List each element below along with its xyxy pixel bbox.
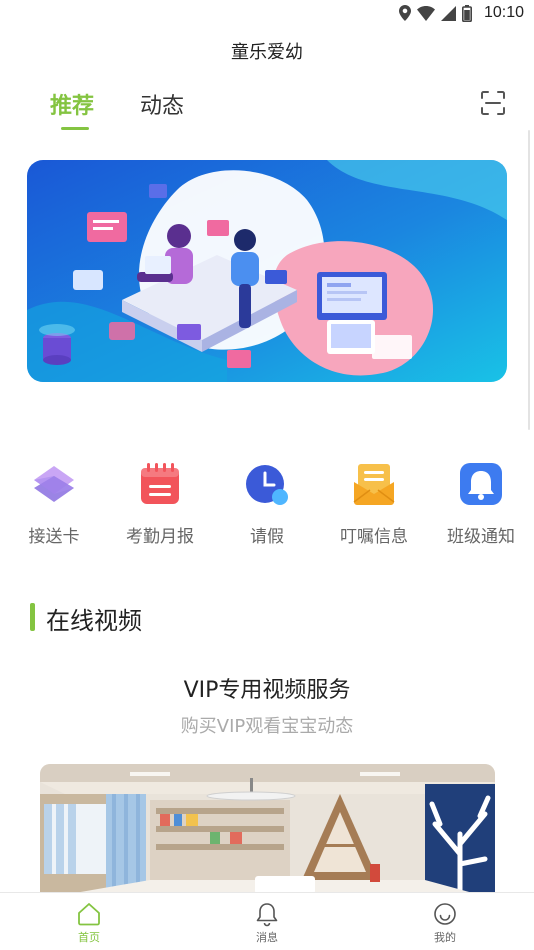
nav-messages-label: 消息 — [256, 931, 278, 944]
tab-feed[interactable]: 动态 — [140, 88, 184, 130]
section-title: 在线视频 — [46, 607, 142, 635]
video-preview[interactable] — [40, 764, 495, 899]
home-icon — [78, 903, 100, 926]
battery-icon — [461, 4, 472, 22]
smile-icon — [434, 903, 456, 925]
quick-item-pickup-card[interactable]: 接送卡 — [0, 460, 108, 547]
quick-label-attendance: 考勤月报 — [126, 527, 194, 547]
quick-item-reminder[interactable]: 叮嘱信息 — [320, 460, 428, 547]
banner-illustration — [27, 160, 507, 382]
layers-icon — [34, 466, 74, 502]
app-title: 童乐爱幼 — [231, 42, 303, 63]
status-time: 10:10 — [483, 4, 524, 21]
status-icons: 10:10 — [398, 4, 524, 22]
nav-profile[interactable]: 我的 — [356, 893, 534, 950]
quick-label-leave: 请假 — [250, 527, 284, 547]
location-icon — [398, 5, 411, 21]
quick-label-pickup-card: 接送卡 — [28, 527, 80, 547]
bell-icon — [256, 903, 278, 927]
classroom-image — [40, 764, 495, 899]
section-accent-bar — [30, 603, 35, 631]
quick-item-leave[interactable]: 请假 — [213, 460, 321, 547]
nav-profile-label: 我的 — [434, 931, 456, 944]
quick-label-class-notice: 班级通知 — [447, 527, 515, 547]
envelope-icon — [353, 464, 395, 505]
tab-bar: 推荐 动态 — [50, 88, 184, 130]
app-screen: 10:10 童乐爱幼 推荐 动态 接送卡 考勤月报 请假 叮嘱信息 班级通知 在… — [0, 0, 534, 950]
bottom-nav: 首页 消息 我的 — [0, 892, 534, 950]
vip-title: VIP专用视频服务 — [183, 678, 351, 703]
scan-icon[interactable] — [480, 90, 506, 116]
vip-subtitle: 购买VIP观看宝宝动态 — [180, 716, 354, 737]
quick-item-class-notice[interactable]: 班级通知 — [427, 460, 534, 547]
promo-banner[interactable] — [27, 160, 507, 382]
scroll-indicator — [528, 130, 530, 430]
nav-messages[interactable]: 消息 — [178, 893, 356, 950]
wifi-icon — [416, 5, 435, 21]
clock-icon — [246, 465, 288, 505]
signal-icon — [440, 5, 456, 21]
quick-label-reminder: 叮嘱信息 — [340, 527, 408, 547]
bell-icon — [460, 463, 502, 505]
calendar-icon — [141, 463, 179, 504]
nav-home-label: 首页 — [78, 931, 100, 944]
status-bar: 10:10 — [0, 0, 534, 30]
quick-item-attendance[interactable]: 考勤月报 — [106, 460, 214, 547]
nav-home[interactable]: 首页 — [0, 893, 178, 950]
tab-recommend[interactable]: 推荐 — [50, 88, 94, 130]
